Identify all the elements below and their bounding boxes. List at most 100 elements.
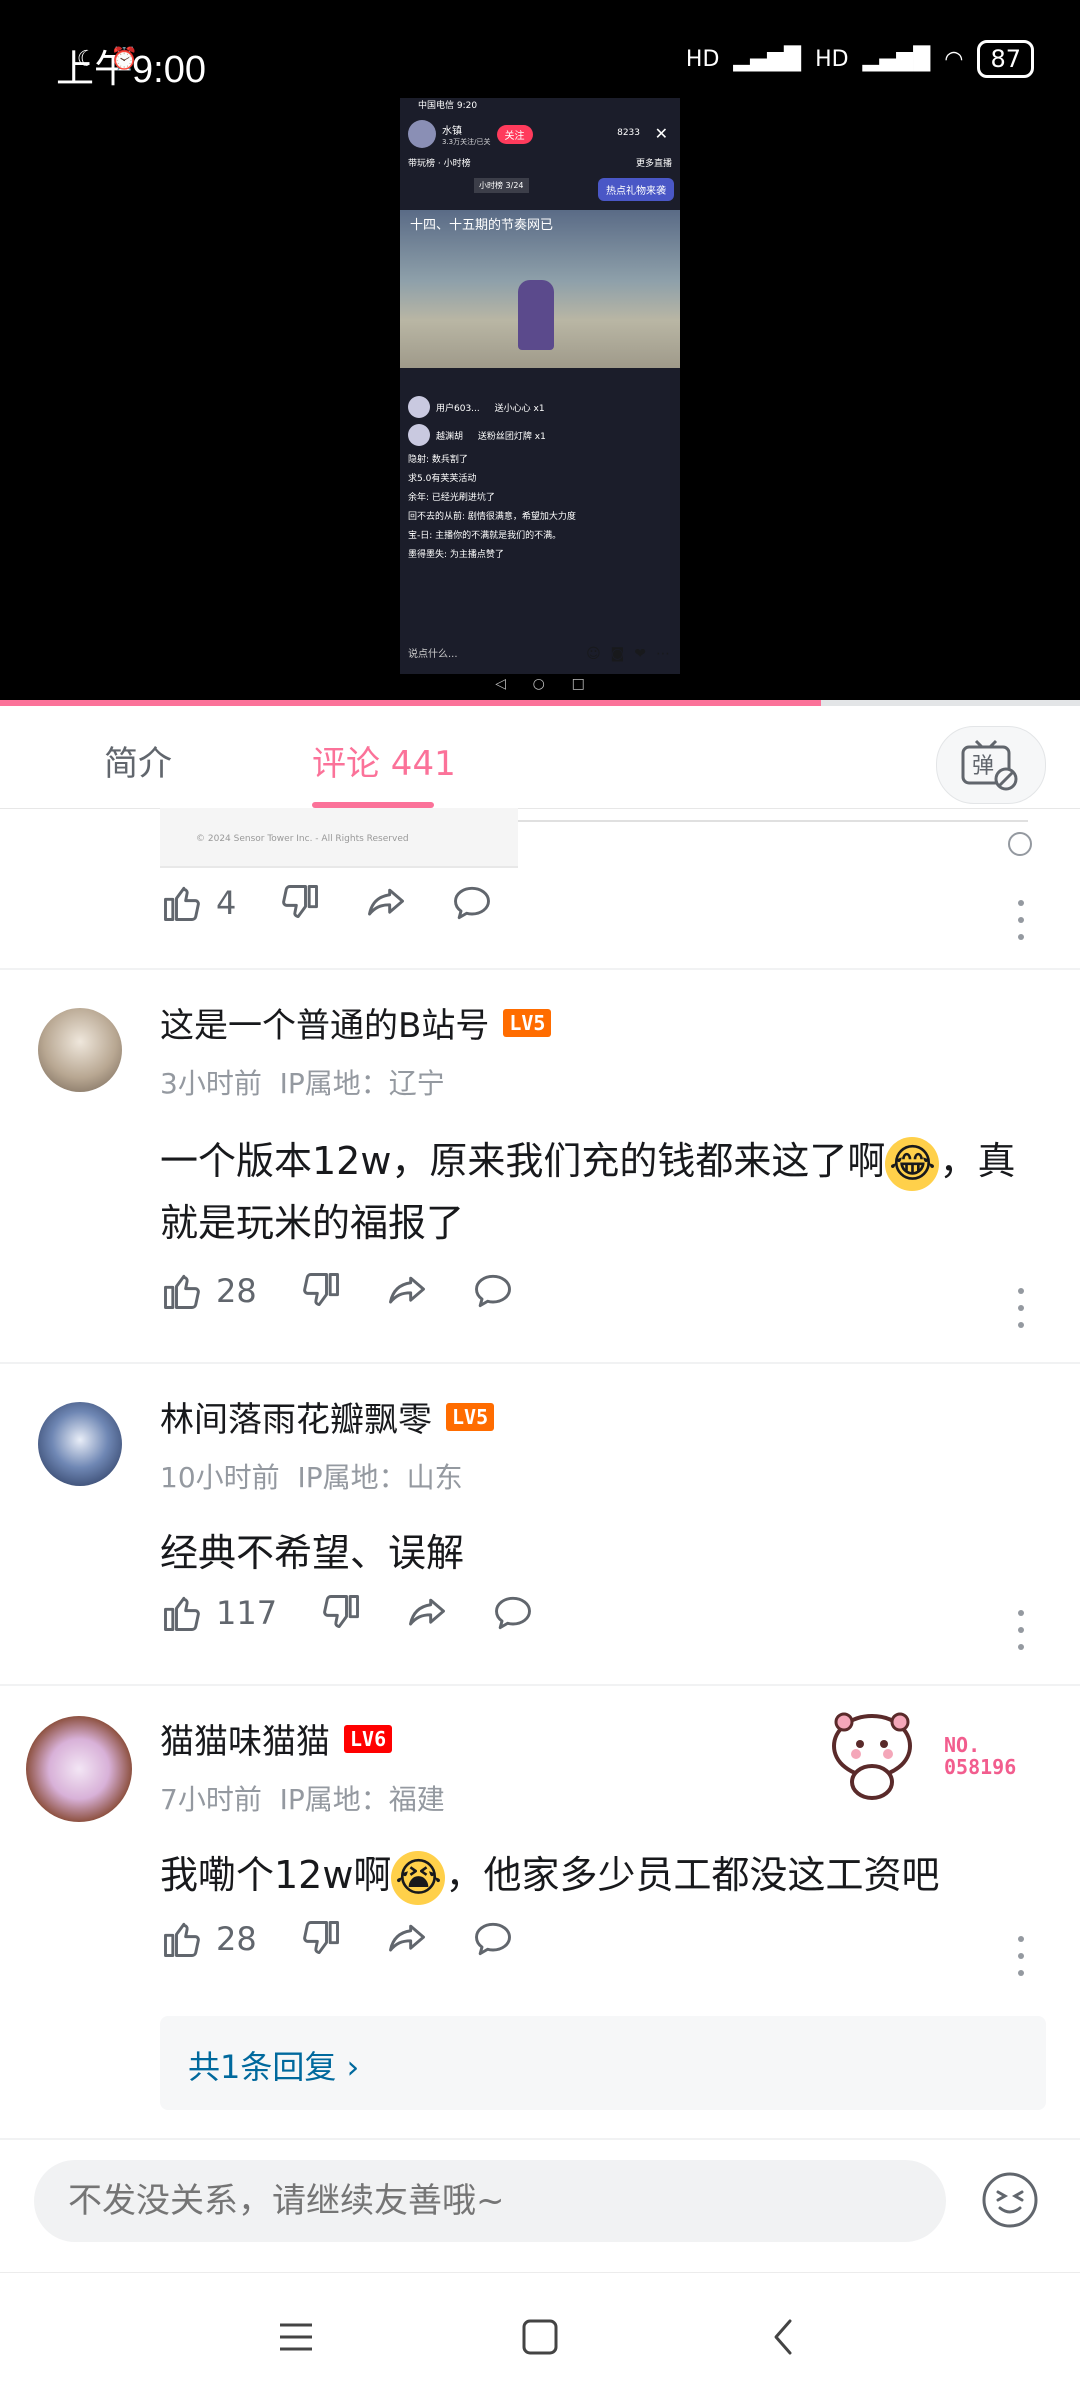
comment-text: 一个版本12w，原来我们充的钱都来这了啊😂，真就是玩米的福报了 <box>160 1130 1040 1254</box>
game-scene: 十四、十五期的节奏网已 <box>400 210 680 368</box>
speech-bubble-icon <box>454 886 491 920</box>
chat-text: 为主播点赞了 <box>449 550 504 560</box>
host-avatar <box>408 120 436 148</box>
share-icon <box>388 1276 425 1304</box>
reply-button[interactable] <box>491 1591 535 1635</box>
tab-comments[interactable]: 评论 441 <box>312 736 456 785</box>
reply-summary-box[interactable]: 共1条回复 › <box>160 2016 1046 2110</box>
comment-time: 7小时前 <box>160 1783 262 1816</box>
comment-username[interactable]: 这是一个普通的B站号 LV5 <box>160 998 552 1047</box>
video-status-time: 中国电信 9:20 <box>418 101 478 111</box>
dislike-button[interactable] <box>299 1917 343 1961</box>
video-player[interactable]: 中国电信 9:20 水镇 3.3万关注/已关 关注 8233 ✕ 带玩榜 · 小… <box>0 98 1080 700</box>
chat-text: 剧情很满意，希望加大力度 <box>467 512 576 522</box>
speech-bubble-icon <box>474 1274 511 1308</box>
more-options-icon[interactable] <box>1018 1936 1026 1976</box>
more-icon: ⋯ <box>656 646 670 662</box>
comment-username[interactable]: 林间落雨花瓣飘零 LV5 <box>160 1392 495 1441</box>
share-button[interactable] <box>385 1917 429 1961</box>
chat-line: 求5.0有芙芙活动 <box>408 471 672 484</box>
system-nav-bar <box>0 2272 1080 2401</box>
badge-number: NO. 058196 <box>944 1734 1016 1778</box>
tag-left: 带玩榜 <box>408 159 436 169</box>
video-frame: 中国电信 9:20 水镇 3.3万关注/已关 关注 8233 ✕ 带玩榜 · 小… <box>400 98 680 674</box>
tag-mid: 小时榜 <box>443 159 471 169</box>
speech-bubble-icon <box>495 1596 532 1630</box>
share-icon <box>388 1924 425 1952</box>
reply-button[interactable] <box>450 881 494 925</box>
comment-time: 10小时前 <box>160 1461 280 1494</box>
hd-label-2: HD <box>815 46 849 72</box>
more-options-icon[interactable] <box>1018 1288 1026 1328</box>
more-options-icon[interactable] <box>1018 900 1026 940</box>
viewer-count: 8233 <box>617 128 640 138</box>
comment-time: 3小时前 <box>160 1067 262 1100</box>
image-edge <box>518 820 1028 822</box>
battery-indicator: 87 <box>977 40 1034 78</box>
gift-row: 越渊胡 送粉丝团灯牌 x1 <box>408 424 672 446</box>
cat-mascot-icon <box>832 1712 912 1800</box>
share-icon <box>368 888 405 916</box>
video-nav-icons: ◁ ○ □ <box>495 676 585 692</box>
follow-badge: 关注 <box>496 124 533 144</box>
avatar[interactable] <box>38 1402 122 1486</box>
comment-actions: 28 <box>160 1914 557 1964</box>
level-badge: LV5 <box>503 1008 552 1037</box>
character-figure <box>518 280 554 350</box>
like-button[interactable]: 28 <box>160 1917 257 1961</box>
wifi-icon: ◠ <box>944 46 964 72</box>
comment-input[interactable] <box>34 2160 946 2242</box>
avatar[interactable] <box>38 1008 122 1092</box>
emoji-button-icon[interactable] <box>980 2170 1040 2230</box>
view-replies-link[interactable]: 共1条回复 › <box>188 2042 359 2088</box>
live-host: 水镇 3.3万关注/已关 关注 <box>408 120 533 148</box>
fan-badge[interactable]: NO. 058196 <box>826 1706 1026 1806</box>
menu-icon[interactable] <box>272 2313 320 2361</box>
chat-text: 送小心心 x1 <box>494 403 545 414</box>
share-button[interactable] <box>385 1269 429 1313</box>
comment-username[interactable]: 猫猫味猫猫 LV6 <box>160 1714 393 1763</box>
dislike-button[interactable] <box>299 1269 343 1313</box>
thumbs-up-icon <box>164 1596 200 1631</box>
back-icon[interactable] <box>760 2313 808 2361</box>
home-icon[interactable] <box>516 2313 564 2361</box>
dislike-button[interactable] <box>278 881 322 925</box>
comment-list[interactable]: © 2024 Sensor Tower Inc. - All Rights Re… <box>0 808 1080 2160</box>
comment-divider <box>0 2138 1080 2140</box>
like-count: 4 <box>216 884 237 922</box>
more-options-icon[interactable] <box>1018 1610 1026 1650</box>
tab-intro[interactable]: 简介 <box>104 736 172 785</box>
danmaku-off-icon: 弹 <box>961 739 1018 791</box>
comment-image[interactable]: © 2024 Sensor Tower Inc. - All Rights Re… <box>160 808 518 868</box>
gift-icon: ❤ <box>634 646 646 662</box>
comment-divider <box>0 968 1080 970</box>
avatar[interactable] <box>26 1716 132 1822</box>
svg-text:弹: 弹 <box>972 754 994 779</box>
reply-button[interactable] <box>471 1917 515 1961</box>
chat-text: 数兵割了 <box>431 455 468 465</box>
image-caption: © 2024 Sensor Tower Inc. - All Rights Re… <box>196 834 409 844</box>
tab-bar: 简介 评论 441 弹 <box>0 706 1080 809</box>
chat-user: 余年: <box>408 493 430 503</box>
reply-button[interactable] <box>471 1269 515 1313</box>
like-button[interactable]: 28 <box>160 1269 257 1313</box>
danmaku-toggle-button[interactable]: 弹 <box>936 726 1046 804</box>
status-icons: ☾ ⏰ HD ▂▄▆█ HD ▂▄▆█ ◠ 87 <box>77 40 1034 78</box>
thumbs-down-icon <box>323 1595 360 1629</box>
comment-meta: 7小时前 IP属地：福建 <box>160 1778 445 1818</box>
gift-avatar <box>408 424 430 446</box>
chat-line: 余年: 已经光刷进坑了 <box>408 490 672 503</box>
dislike-button[interactable] <box>319 1591 363 1635</box>
gift-row: 用户603... 送小心心 x1 <box>408 396 672 418</box>
chat-line: 隐射: 数兵割了 <box>408 452 672 465</box>
comment-text-part: 我嘞个12w啊 <box>160 1853 392 1897</box>
badge-no-label: NO. <box>944 1733 981 1757</box>
share-button[interactable] <box>364 881 408 925</box>
share-button[interactable] <box>405 1591 449 1635</box>
laughing-crying-emoji-icon: 😂 <box>885 1136 940 1191</box>
thumbs-up-icon <box>164 1922 200 1957</box>
like-button[interactable]: 4 <box>160 881 236 925</box>
comment-text-part: 一个版本12w，原来我们充的钱都来这了啊 <box>160 1139 886 1183</box>
like-button[interactable]: 117 <box>160 1591 277 1635</box>
chat-text: 主播你的不满就是我们的不满。 <box>435 531 562 541</box>
